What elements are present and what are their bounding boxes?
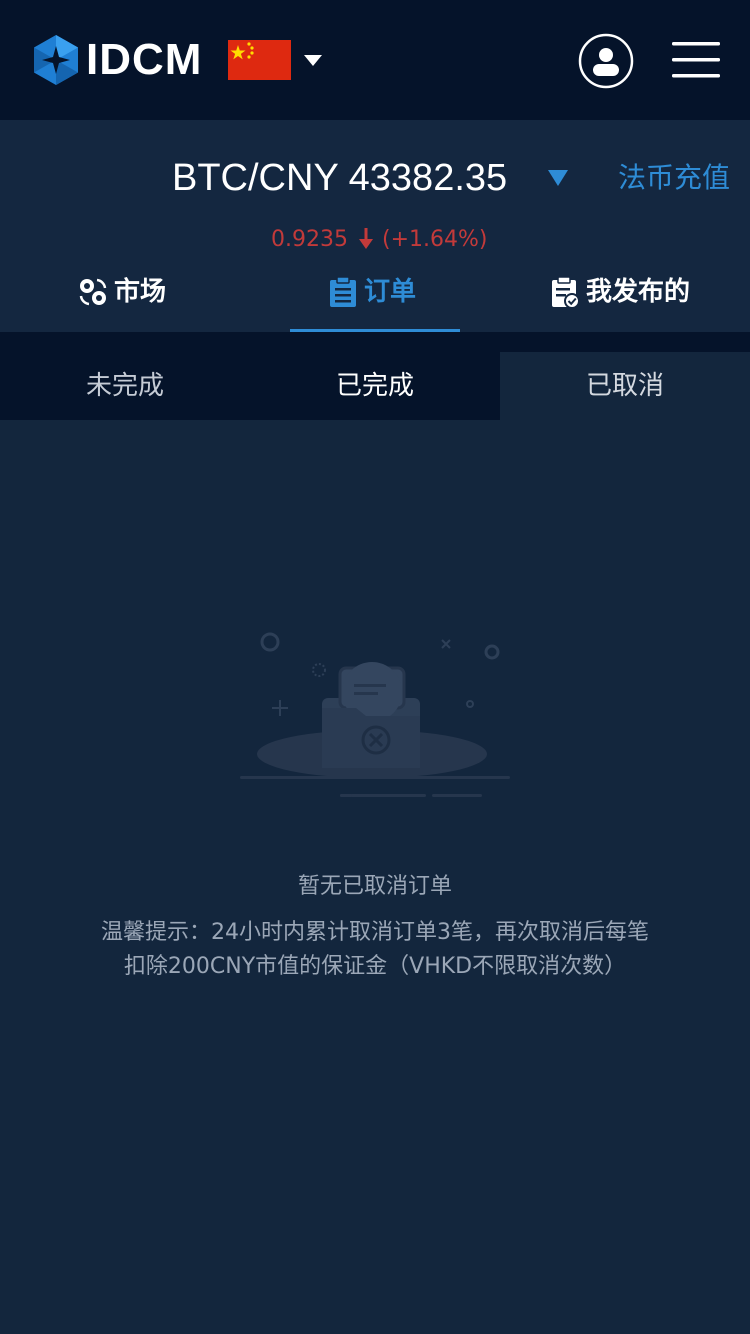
user-icon[interactable] bbox=[578, 33, 634, 89]
logo-text[interactable]: IDCM bbox=[86, 36, 202, 84]
subtab-incomplete[interactable]: 未完成 bbox=[0, 352, 250, 420]
subtab-completed[interactable]: 已完成 bbox=[250, 352, 500, 420]
tip-line-2: 扣除200CNY市值的保证金（VHKD不限取消次数） bbox=[123, 954, 627, 979]
empty-state-title: 暂无已取消订单 bbox=[297, 874, 452, 899]
pair-price[interactable]: BTC/CNY 43382.35 bbox=[172, 156, 507, 200]
cancellation-tip: 温馨提示：24小时内累计取消订单3笔，再次取消后每笔 扣除200CNY市值的保证… bbox=[40, 916, 710, 984]
top-header: IDCM bbox=[0, 0, 750, 120]
tab-market-label: 市场 bbox=[114, 277, 167, 307]
subtab-cancelled[interactable]: 已取消 bbox=[500, 352, 750, 420]
change-percent: (+1.64%) bbox=[381, 227, 488, 252]
clipboard-icon bbox=[330, 276, 356, 307]
menu-icon[interactable] bbox=[670, 40, 722, 80]
pair-caret-down-icon[interactable] bbox=[548, 170, 568, 186]
order-status-tabs: 未完成 已完成 已取消 bbox=[0, 332, 750, 420]
tab-orders[interactable]: 订单 bbox=[328, 262, 416, 332]
tab-market[interactable]: 市场 bbox=[78, 262, 166, 332]
tip-line-1: 温馨提示：24小时内累计取消订单3笔，再次取消后每笔 bbox=[101, 920, 649, 945]
change-value: 0.9235 bbox=[271, 227, 348, 252]
market-icon bbox=[79, 278, 107, 306]
price-change: 0.9235 (+1.64%) bbox=[271, 224, 487, 256]
fiat-deposit-link[interactable]: 法币充值 bbox=[618, 158, 730, 198]
published-icon bbox=[552, 276, 580, 308]
idcm-logo-icon[interactable] bbox=[33, 34, 79, 86]
tab-my-published[interactable]: 我发布的 bbox=[550, 262, 690, 332]
caret-down-icon[interactable] bbox=[304, 55, 322, 67]
main-tabs: 市场 订单 我发布的 bbox=[0, 262, 750, 332]
empty-orders-illustration bbox=[240, 632, 510, 797]
china-flag-icon[interactable] bbox=[228, 40, 291, 80]
tab-my-published-label: 我发布的 bbox=[586, 277, 691, 307]
down-arrow-icon bbox=[358, 228, 373, 249]
tab-orders-label: 订单 bbox=[364, 277, 417, 307]
